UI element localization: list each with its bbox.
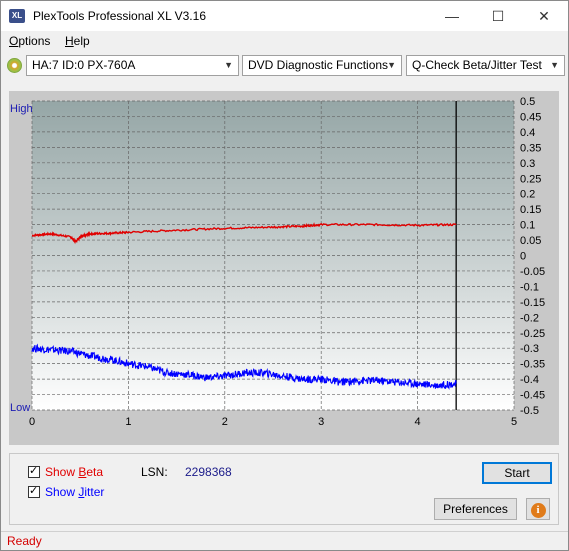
info-icon: i (530, 503, 546, 518)
menu-options-mnemonic: O (9, 34, 19, 48)
x-tick-label: 5 (511, 416, 517, 428)
maximize-button[interactable]: ☐ (475, 1, 521, 31)
y-tick-label: 0.05 (520, 235, 541, 247)
show-jitter-prefix: Show (45, 485, 79, 499)
drive-select[interactable]: HA:7 ID:0 PX-760A ▼ (26, 55, 239, 76)
y-tick-label: 0 (520, 251, 526, 263)
show-jitter-checkbox[interactable] (28, 484, 40, 498)
y-tick-label: -0.4 (520, 374, 539, 386)
status-bar: Ready (1, 531, 568, 551)
toolbar: HA:7 ID:0 PX-760A ▼ DVD Diagnostic Funct… (1, 53, 568, 79)
y-tick-label: -0.1 (520, 281, 539, 293)
chevron-down-icon: ▼ (550, 60, 559, 70)
graph-panel: 0 1 2 3 4 5 0.5 0.45 0.4 0.35 0.3 0.25 0.2 0.15 0.1 0.… (9, 91, 559, 445)
x-tick-label: 3 (318, 416, 324, 428)
show-jitter-text: itter (84, 485, 105, 499)
show-beta-label[interactable]: Show Beta (45, 465, 103, 479)
menu-help-mnemonic: H (65, 34, 74, 48)
x-tick-label: 0 (29, 416, 35, 428)
start-button[interactable]: Start (482, 462, 552, 484)
test-select-value: Q-Check Beta/Jitter Test (412, 58, 542, 72)
lsn-value: 2298368 (185, 465, 232, 479)
y-label-low: Low (10, 402, 30, 414)
drive-select-value: HA:7 ID:0 PX-760A (32, 58, 136, 72)
y-tick-label: -0.2 (520, 312, 539, 324)
y-tick-label: -0.05 (520, 266, 545, 278)
chevron-down-icon: ▼ (387, 60, 396, 70)
main-window: XL PlexTools Professional XL V3.16 — ☐ ✕… (0, 0, 569, 551)
close-button[interactable]: ✕ (521, 1, 567, 31)
menu-help-label: elp (73, 34, 90, 48)
function-select[interactable]: DVD Diagnostic Functions ▼ (242, 55, 402, 76)
y-tick-label: 0.25 (520, 173, 541, 185)
y-tick-label: -0.45 (520, 390, 545, 402)
y-tick-label: 0.45 (520, 111, 541, 123)
show-beta-checkbox[interactable] (28, 464, 40, 478)
disc-drive-icon (7, 58, 22, 73)
test-select[interactable]: Q-Check Beta/Jitter Test ▼ (406, 55, 565, 76)
beta-jitter-chart: 0 1 2 3 4 5 0.5 0.45 0.4 0.35 0.3 0.25 0.2 0.15 0.1 0.… (10, 96, 545, 428)
y-tick-label: -0.15 (520, 297, 545, 309)
y-tick-label: 0.2 (520, 189, 535, 201)
y-tick-label: -0.3 (520, 343, 539, 355)
menu-bar: Options Help (1, 31, 568, 51)
app-logo-icon: XL (9, 9, 25, 23)
y-tick-label: -0.5 (520, 405, 539, 417)
x-tick-label: 2 (222, 416, 228, 428)
x-tick-label: 1 (125, 416, 131, 428)
x-tick-label: 4 (415, 416, 421, 428)
menu-options[interactable]: Options (9, 34, 50, 48)
y-tick-label: 0.35 (520, 142, 541, 154)
show-beta-prefix: Show (45, 465, 79, 479)
y-tick-label: 0.5 (520, 96, 535, 108)
minimize-button[interactable]: — (429, 1, 475, 31)
y-tick-label: -0.35 (520, 359, 545, 371)
title-bar: XL PlexTools Professional XL V3.16 — ☐ ✕ (1, 1, 568, 31)
show-jitter-label[interactable]: Show Jitter (45, 485, 104, 499)
y-label-high: High (10, 103, 33, 115)
menu-options-label: ptions (18, 34, 51, 48)
show-beta-text: eta (86, 465, 104, 479)
y-tick-label: 0.4 (520, 127, 535, 139)
y-tick-label: -0.25 (520, 328, 545, 340)
preferences-button[interactable]: Preferences (434, 498, 517, 520)
y-tick-label: 0.15 (520, 204, 541, 216)
function-select-value: DVD Diagnostic Functions (248, 58, 389, 72)
control-panel: Show Beta Show Jitter LSN: 2298368 Start… (9, 453, 559, 525)
preferences-button-label: Preferences (443, 502, 508, 516)
status-text: Ready (7, 534, 42, 548)
menu-help[interactable]: Help (65, 34, 90, 48)
info-button[interactable]: i (526, 498, 550, 520)
lsn-label: LSN: (141, 465, 168, 479)
window-title: PlexTools Professional XL V3.16 (33, 9, 206, 23)
y-tick-label: 0.1 (520, 220, 535, 232)
y-tick-label: 0.3 (520, 158, 535, 170)
chevron-down-icon: ▼ (224, 60, 233, 70)
start-button-label: Start (504, 466, 530, 480)
